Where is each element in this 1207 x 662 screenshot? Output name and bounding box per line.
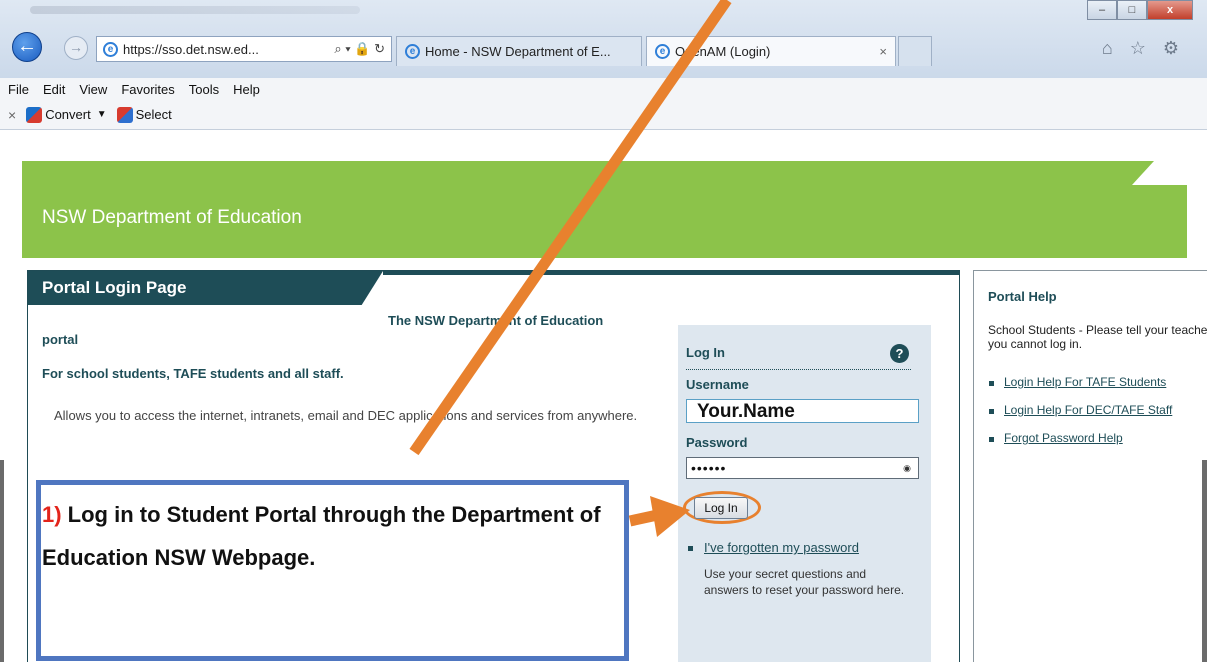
description-text: Allows you to access the internet, intra… <box>54 408 638 423</box>
header-rule <box>383 271 959 275</box>
step-number: 1) <box>42 502 62 527</box>
instruction-text: 1) Log in to Student Portal through the … <box>42 493 602 579</box>
close-toolbar-icon[interactable]: × <box>8 107 16 123</box>
menu-help[interactable]: Help <box>233 82 260 97</box>
divider <box>686 369 911 370</box>
login-panel-title: Log In <box>686 345 725 360</box>
portal-help-box: Portal Help School Students - Please tel… <box>973 270 1207 662</box>
blurred-title-text <box>30 6 360 14</box>
bullet <box>989 409 994 414</box>
forward-button[interactable]: → <box>64 36 88 60</box>
right-frame-edge <box>1202 460 1207 662</box>
select-icon <box>116 106 133 123</box>
site-banner: NSW Department of Education <box>22 161 1187 258</box>
tab-openam-login[interactable]: e OpenAM (Login) × <box>646 36 896 66</box>
ie-icon: e <box>103 41 118 57</box>
close-window-button[interactable]: x <box>1147 0 1193 20</box>
convert-button[interactable]: Convert <box>45 107 91 122</box>
login-panel: Log In ? Username Your.Name Password •••… <box>678 325 931 662</box>
portal-word: portal <box>42 332 79 347</box>
reveal-password-icon[interactable]: ◉ <box>903 458 912 478</box>
tab-home[interactable]: e Home - NSW Department of E... <box>396 36 642 66</box>
menu-edit[interactable]: Edit <box>43 82 65 97</box>
banner-title: NSW Department of Education <box>42 207 302 228</box>
left-frame-edge <box>0 460 4 662</box>
step-text: Log in to Student Portal through the Dep… <box>42 502 601 570</box>
menu-view[interactable]: View <box>79 82 107 97</box>
username-field[interactable]: Your.Name <box>686 399 919 423</box>
menu-tools[interactable]: Tools <box>189 82 219 97</box>
tab-label: Home - NSW Department of E... <box>425 44 611 59</box>
address-bar-icons[interactable]: ⌕ ▾ 🔒 ↻ <box>334 41 385 57</box>
tab-close-icon[interactable]: × <box>879 44 887 59</box>
help-text: School Students - Please tell your teach… <box>988 323 1207 351</box>
command-bar: × Convert ▼ Select <box>0 100 1207 130</box>
audience-text: For school students, TAFE students and a… <box>42 366 344 381</box>
banner-notch <box>1132 161 1187 185</box>
convert-icon <box>26 106 43 123</box>
ie-icon: e <box>655 44 670 59</box>
forgot-password-description: Use your secret questions and answers to… <box>704 567 905 597</box>
new-tab-button[interactable] <box>898 36 932 66</box>
login-box-title: Portal Login Page <box>42 278 187 297</box>
password-field[interactable]: •••••• ◉ <box>686 457 919 479</box>
home-favorites-settings-icons[interactable]: ⌂ ☆ ⚙ <box>1102 38 1185 59</box>
password-label: Password <box>686 435 748 450</box>
minimize-button[interactable]: – <box>1087 0 1117 20</box>
menu-favorites[interactable]: Favorites <box>121 82 174 97</box>
login-button[interactable]: Log In <box>694 497 748 519</box>
help-title: Portal Help <box>988 289 1057 304</box>
address-url[interactable]: https://sso.det.nsw.ed... <box>123 42 324 57</box>
forgot-password-link[interactable]: I've forgotten my password <box>704 540 859 555</box>
password-value: •••••• <box>691 460 727 476</box>
dept-line: The NSW Department of Education <box>388 313 604 328</box>
help-link-dec-tafe-staff[interactable]: Login Help For DEC/TAFE Staff <box>1004 403 1172 417</box>
bullet <box>989 381 994 386</box>
tab-label: OpenAM (Login) <box>675 44 771 59</box>
ie-icon: e <box>405 44 420 59</box>
help-link-tafe-students[interactable]: Login Help For TAFE Students <box>1004 375 1166 389</box>
bullet <box>688 546 693 551</box>
address-bar[interactable]: e https://sso.det.nsw.ed... ⌕ ▾ 🔒 ↻ <box>96 36 392 62</box>
help-link-forgot-password[interactable]: Forgot Password Help <box>1004 431 1123 445</box>
menu-bar: File Edit View Favorites Tools Help <box>0 78 1207 100</box>
window-controls: – □ x <box>1087 0 1193 20</box>
username-label: Username <box>686 377 749 392</box>
maximize-button[interactable]: □ <box>1117 0 1147 20</box>
chevron-down-icon[interactable]: ▼ <box>97 109 107 120</box>
help-icon[interactable]: ? <box>890 344 909 363</box>
menu-file[interactable]: File <box>8 82 29 97</box>
back-button[interactable]: ← <box>12 32 42 62</box>
bullet <box>989 437 994 442</box>
select-button[interactable]: Select <box>136 107 172 122</box>
